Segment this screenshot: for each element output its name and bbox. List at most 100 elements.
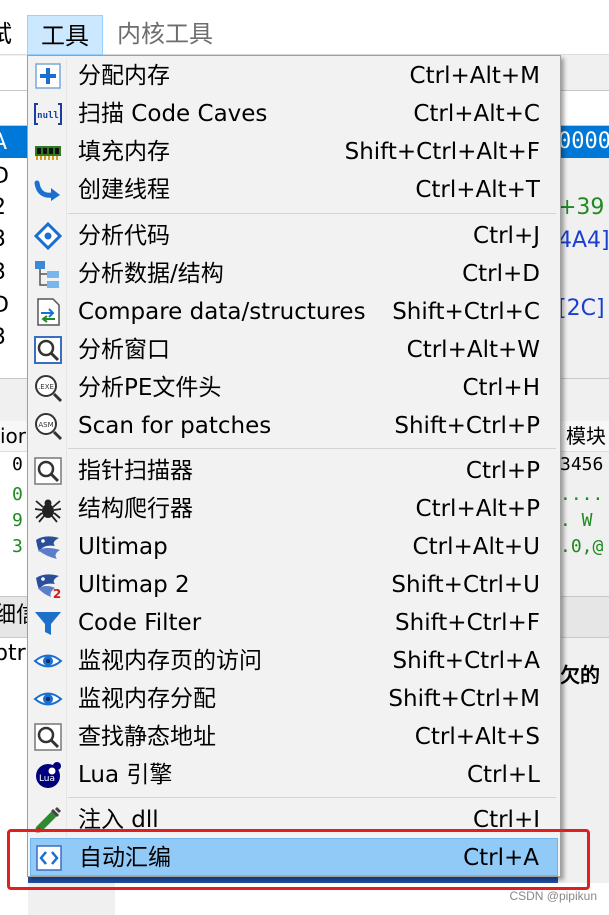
asm-magnifier-icon: ASM <box>35 413 63 441</box>
static-magnifier-icon <box>34 723 62 751</box>
annotation-highlight-box <box>7 829 590 890</box>
compare-docs-icon <box>37 298 60 326</box>
menu-item-analyze-data-structures[interactable]: 分析数据/结构 Ctrl+D <box>30 255 558 293</box>
menu-item-label: 创建线程 <box>78 177 170 203</box>
menu-item-label: Ultimap <box>78 534 168 560</box>
menu-item-shortcut: Ctrl+Alt+P <box>415 496 540 522</box>
code-diamond-icon <box>33 221 63 251</box>
background-header-left: ior <box>0 424 27 448</box>
background-code-line: [2C] <box>558 296 605 321</box>
menu-item-shortcut: Ctrl+Alt+T <box>415 177 540 203</box>
ultimap-icon <box>36 536 60 559</box>
menu-item-tools[interactable]: 工具 <box>27 15 103 55</box>
background-left-letter: 3 <box>0 225 6 255</box>
ultimap2-icon: 2 <box>36 574 61 600</box>
eye-icon <box>33 692 63 706</box>
menu-item-label: Ultimap 2 <box>78 572 190 598</box>
svg-text:Lua: Lua <box>39 774 55 784</box>
menu-item-label: 分析数据/结构 <box>78 261 224 287</box>
menu-item-analyze-code[interactable]: 分析代码 Ctrl+J <box>30 217 558 255</box>
menu-item-analyze-pe-header[interactable]: .EXE 分析PE文件头 Ctrl+H <box>30 369 558 407</box>
background-hex-cell: 3456 <box>560 454 604 475</box>
window-magnifier-icon <box>34 336 62 364</box>
menu-item-ultimap[interactable]: Ultimap Ctrl+Alt+U <box>30 528 558 566</box>
background-hex-cell: 3 <box>12 536 23 557</box>
background-code-line: 4A4] <box>558 228 609 253</box>
menu-item-label: 分配内存 <box>78 63 170 89</box>
menu-item-shortcut: Ctrl+J <box>473 223 540 249</box>
menu-item-shortcut: Shift+Ctrl+A <box>392 648 540 674</box>
menu-item-shortcut: Ctrl+L <box>466 762 540 788</box>
menu-item-code-filter[interactable]: Code Filter Shift+Ctrl+F <box>30 604 558 642</box>
menu-separator <box>68 213 556 214</box>
spider-icon <box>34 499 62 523</box>
menu-item-scan-for-patches[interactable]: ASM Scan for patches Shift+Ctrl+P <box>30 407 558 445</box>
menu-item-fill-memory[interactable]: 填充内存 Shift+Ctrl+Alt+F <box>30 133 558 171</box>
menu-item-shortcut: Ctrl+Alt+U <box>412 534 540 560</box>
background-detail-label: ptr <box>0 641 26 666</box>
menu-item-watch-memory-page-access[interactable]: 监视内存页的访问 Shift+Ctrl+A <box>30 642 558 680</box>
menu-item-shortcut: Shift+Ctrl+P <box>394 413 540 439</box>
menu-item-lua-engine[interactable]: Lua Lua 引擎 Ctrl+L <box>30 756 558 794</box>
menu-item-create-thread[interactable]: 创建线程 Ctrl+Alt+T <box>30 171 558 209</box>
background-left-letter: D <box>0 293 9 318</box>
tools-dropdown-menu: 分配内存 Ctrl+Alt+M null 扫描 Code Caves Ctrl+… <box>27 55 561 877</box>
menu-item-allocate-memory[interactable]: 分配内存 Ctrl+Alt+M <box>30 57 558 95</box>
svg-text:null: null <box>37 111 59 121</box>
menu-item-label: 分析代码 <box>78 223 170 249</box>
background-code-line: +39 <box>558 195 605 220</box>
menu-item-label: 监视内存分配 <box>78 686 216 712</box>
menu-item-label: 扫描 Code Caves <box>78 101 268 127</box>
funnel-icon <box>35 612 61 635</box>
tree-structure-icon <box>35 261 59 288</box>
menu-item-shortcut: Shift+Ctrl+C <box>392 299 540 325</box>
menu-item-shortcut: Shift+Ctrl+M <box>388 686 540 712</box>
menu-item-scan-code-caves[interactable]: null 扫描 Code Caves Ctrl+Alt+C <box>30 95 558 133</box>
menu-item-label: Scan for patches <box>78 413 272 439</box>
menu-item-label: 指针扫描器 <box>78 458 193 484</box>
menu-item-label: 监视内存页的访问 <box>78 648 262 674</box>
menu-item-label: Lua 引擎 <box>78 762 173 788</box>
svg-text:ASM: ASM <box>38 421 53 429</box>
background-hex-cell: . W <box>560 510 593 531</box>
menu-item-shortcut: Ctrl+H <box>462 375 541 401</box>
menu-item-shortcut: Ctrl+D <box>462 261 540 287</box>
menu-item-shortcut: Ctrl+Alt+W <box>406 337 540 363</box>
menu-item-ultimap-2[interactable]: 2 Ultimap 2 Shift+Ctrl+U <box>30 566 558 604</box>
menu-item-watch-memory-allocations[interactable]: 监视内存分配 Shift+Ctrl+M <box>30 680 558 718</box>
memory-chip-icon <box>35 146 61 160</box>
background-header-module: 模块 <box>566 424 606 448</box>
menu-bar: 试 工具 内核工具 <box>0 0 609 55</box>
menu-item-label: 查找静态地址 <box>78 724 216 750</box>
menu-item-shortcut: Ctrl+Alt+C <box>413 101 540 127</box>
menu-item-pointer-scanner[interactable]: 指针扫描器 Ctrl+P <box>30 452 558 490</box>
menu-item-shortcut: Shift+Ctrl+Alt+F <box>344 139 540 165</box>
curved-arrow-icon <box>34 180 60 201</box>
menu-item-label: Code Filter <box>78 610 202 636</box>
eye-icon <box>33 654 63 668</box>
menu-item-label: 分析窗口 <box>78 337 170 363</box>
menu-item-kernel-tools[interactable]: 内核工具 <box>117 14 213 54</box>
menu-item-label: Compare data/structures <box>78 299 366 325</box>
background-hex-cell: .... <box>560 484 604 505</box>
background-left-letter: A <box>0 128 7 158</box>
watermark: CSDN @pipikun <box>509 889 597 903</box>
background-hex-cell: 9 <box>12 510 23 531</box>
menu-item-shortcut: Ctrl+Alt+S <box>414 724 540 750</box>
menu-item-debug[interactable]: 试 <box>0 14 12 54</box>
background-hex-cell: 0 <box>12 484 23 505</box>
exe-magnifier-icon: .EXE <box>35 375 63 403</box>
menu-item-shortcut: Shift+Ctrl+U <box>391 572 540 598</box>
menu-item-label: 结构爬行器 <box>78 496 193 522</box>
menu-item-analyze-window[interactable]: 分析窗口 Ctrl+Alt+W <box>30 331 558 369</box>
svg-text:2: 2 <box>53 587 61 600</box>
background-left-letter: 2 <box>0 193 6 223</box>
plus-icon <box>35 63 61 89</box>
menu-item-shortcut: Ctrl+P <box>465 458 540 484</box>
menu-item-structure-spider[interactable]: 结构爬行器 Ctrl+Alt+P <box>30 490 558 528</box>
background-left-letter: 3 <box>0 258 6 288</box>
background-side-text: 欠的 <box>560 663 600 687</box>
menu-item-find-static-address[interactable]: 查找静态地址 Ctrl+Alt+S <box>30 718 558 756</box>
menu-item-shortcut: Ctrl+Alt+M <box>409 63 540 89</box>
menu-item-compare-data-structures[interactable]: Compare data/structures Shift+Ctrl+C <box>30 293 558 331</box>
